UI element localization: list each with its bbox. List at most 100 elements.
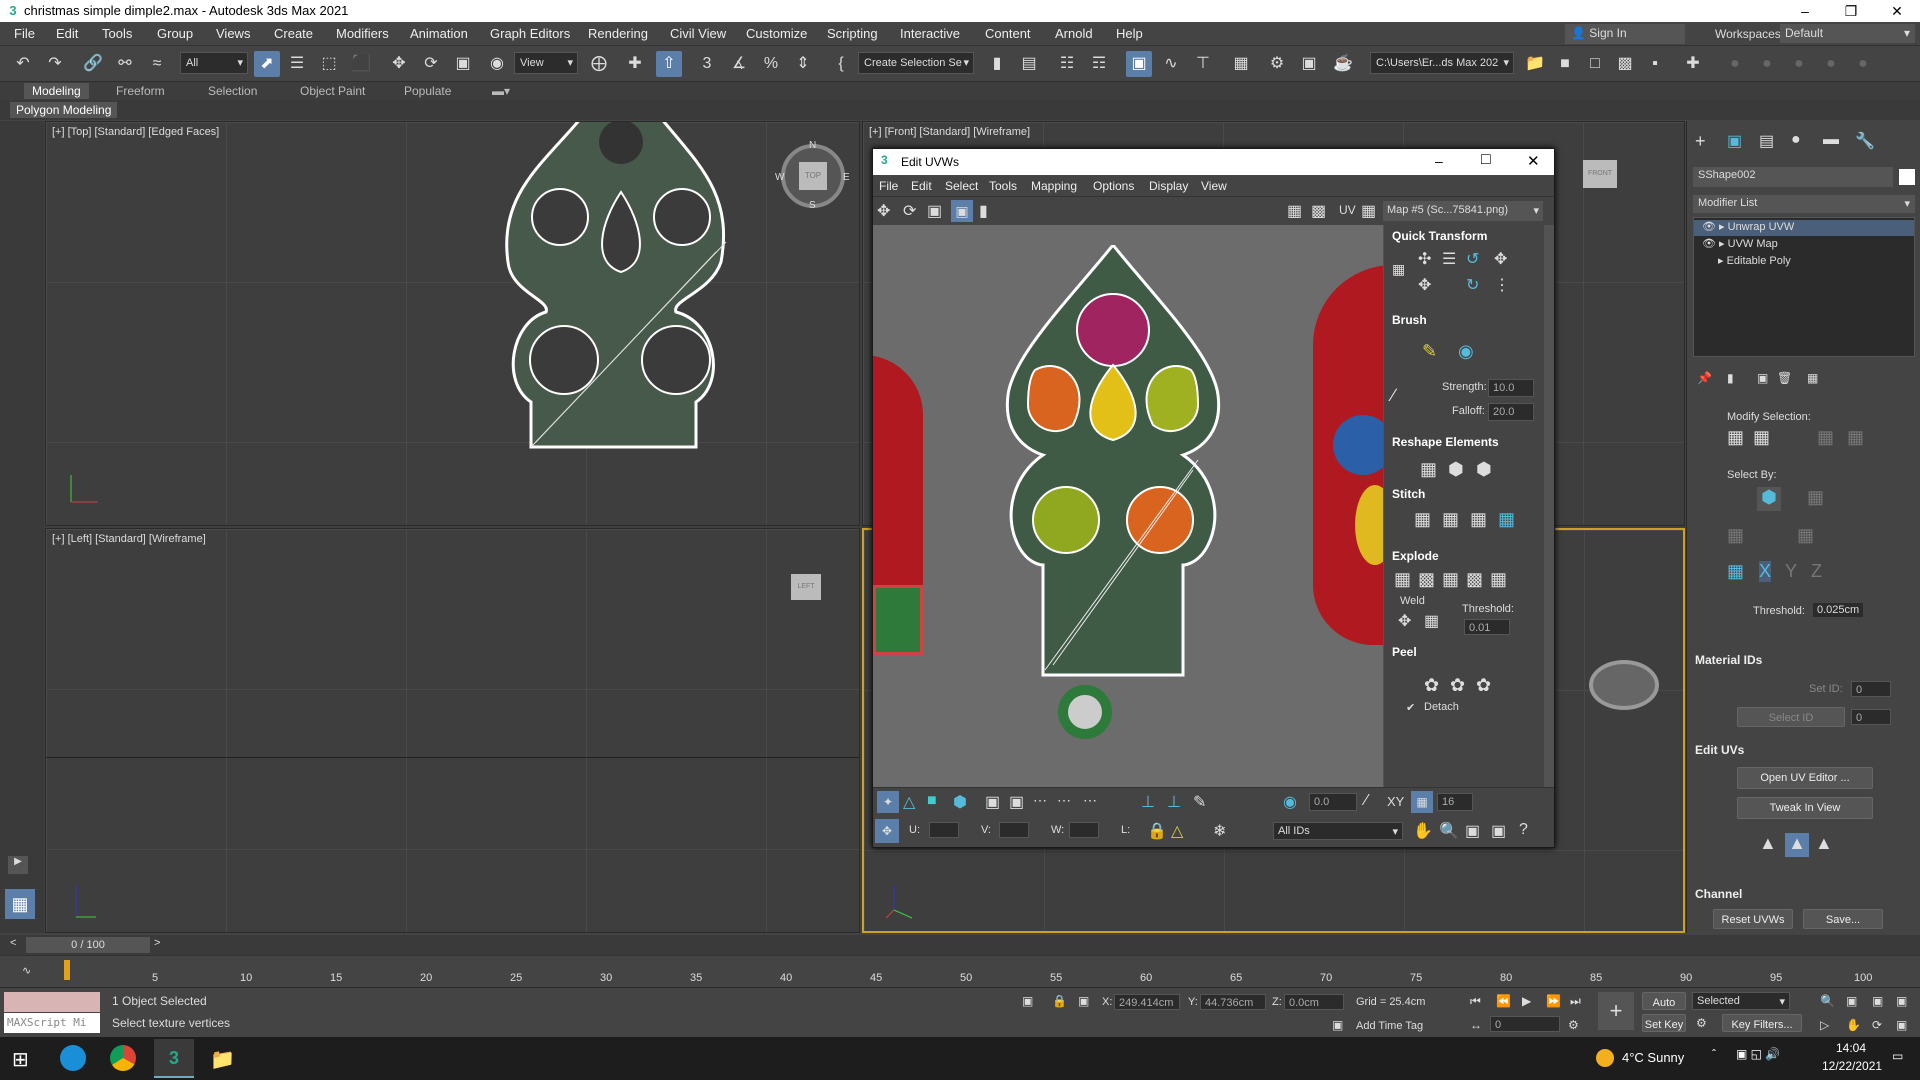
menu-file[interactable]: File <box>14 26 35 41</box>
relax-icon[interactable]: ⬢ <box>1448 459 1464 480</box>
previous-frame-icon[interactable]: ⏪ <box>1496 994 1511 1008</box>
select-id-spinner[interactable]: 0 <box>1851 709 1891 725</box>
uv-ornament-island[interactable] <box>983 245 1243 685</box>
windows-start-icon[interactable]: ⊞ <box>12 1047 29 1072</box>
grow-selection-icon[interactable]: ▦ <box>1727 427 1744 448</box>
orbit-icon[interactable]: ⟳ <box>1872 1018 1882 1032</box>
set-key-button[interactable]: Set Key <box>1642 1014 1686 1032</box>
ring-selection-icon[interactable]: ▦ <box>1817 427 1834 448</box>
vertex-mode-icon[interactable]: ✦ <box>877 791 899 813</box>
v-field[interactable] <box>999 822 1029 838</box>
paint-relax-icon[interactable]: ✎ <box>1422 341 1437 362</box>
zoom-extents-icon[interactable]: ▣ <box>1872 994 1883 1008</box>
project-folder-icon[interactable]: 📁 <box>1522 51 1548 77</box>
map-dropdown[interactable]: Map #5 (Sc...75841.png) ▾ <box>1383 201 1543 221</box>
render-production-icon[interactable]: ☕ <box>1330 51 1356 77</box>
viewport-label-top[interactable]: [+] [Top] [Standard] [Edged Faces] <box>52 126 219 138</box>
xy-label[interactable]: XY <box>1387 794 1404 809</box>
lock-icon[interactable]: 🔒 <box>1147 821 1167 841</box>
viewcube-left[interactable]: LEFT <box>791 574 821 600</box>
menu-group[interactable]: Group <box>157 26 193 41</box>
create-tab-icon[interactable]: + <box>1695 131 1706 152</box>
go-to-end-icon[interactable]: ⏭ <box>1570 994 1581 1009</box>
edit-named-selection-icon[interactable]: { <box>828 51 854 77</box>
transform-settings-icon[interactable]: ▦ <box>1392 261 1405 278</box>
menu-animation[interactable]: Animation <box>410 26 468 41</box>
mirror-x-icon[interactable]: X <box>1759 561 1772 582</box>
reset-uvws-button[interactable]: Reset UVWs <box>1713 909 1793 929</box>
viewcube-perspective[interactable] <box>1589 660 1659 710</box>
menu-edit[interactable]: Edit <box>56 26 78 41</box>
3dsmax-taskbar-icon[interactable]: 3 <box>154 1039 194 1078</box>
layer-explorer-icon[interactable]: ☶ <box>1086 51 1112 77</box>
set-id-spinner[interactable]: 0 <box>1851 681 1891 697</box>
angle-spinner[interactable]: 0.0 <box>1309 793 1357 811</box>
uvw-maximize-button[interactable]: □ <box>1481 151 1491 169</box>
falloff-spinner[interactable]: 20.0 <box>1488 403 1534 421</box>
clock-time[interactable]: 14:04 <box>1836 1041 1866 1055</box>
show-map-icon[interactable]: ▩ <box>1311 201 1326 221</box>
key-icon[interactable]: ⚙ <box>1696 1016 1707 1030</box>
grid-spinner[interactable]: 16 <box>1437 793 1473 811</box>
pin-stack-icon[interactable]: 📌 <box>1697 371 1712 385</box>
ornament-shape-top[interactable] <box>466 122 776 462</box>
distribute-icon[interactable]: ✥ <box>1418 275 1431 295</box>
show-all-seams-icon[interactable]: ▲ <box>1815 833 1833 854</box>
angle-snap-icon[interactable]: ∡ <box>726 51 752 77</box>
stitch-target-icon[interactable]: ▦ <box>1442 509 1459 530</box>
show-map-seams-icon[interactable]: ▲ <box>1759 833 1777 854</box>
menu-help[interactable]: Help <box>1116 26 1143 41</box>
menu-tools[interactable]: Tools <box>102 26 132 41</box>
auto-key-button[interactable]: Auto K... <box>1642 992 1686 1029</box>
uv-canvas[interactable] <box>873 225 1383 787</box>
material-ids-header[interactable]: Material IDs <box>1695 653 1762 667</box>
eye-icon[interactable]: 👁 <box>1702 221 1716 233</box>
edge-icon[interactable] <box>60 1045 86 1071</box>
strength-spinner[interactable]: 10.0 <box>1488 379 1534 397</box>
viewport-layout-tab-icon[interactable]: ▦ <box>5 889 35 919</box>
schematic-view-icon[interactable]: ⊤ <box>1190 51 1216 77</box>
tab-modeling[interactable]: Modeling <box>24 83 89 99</box>
play-icon[interactable]: ▶ <box>1522 994 1531 1008</box>
zoom-all-icon[interactable]: ▣ <box>1846 994 1857 1008</box>
tab-selection[interactable]: Selection <box>200 83 265 99</box>
detach-edge-icon[interactable]: ▩ <box>1418 569 1435 590</box>
select-scale-icon[interactable]: ▣ <box>450 51 476 77</box>
project-path-dropdown[interactable]: C:\Users\Er...ds Max 202 ▾ <box>1370 52 1514 74</box>
polygon-modeling-label[interactable]: Polygon Modeling <box>10 102 118 118</box>
pan-icon[interactable]: ✋ <box>1846 1018 1861 1032</box>
viewport-left[interactable]: [+] [Left] [Standard] [Wireframe] LEFT <box>45 528 860 933</box>
grow-icon[interactable]: ▣ <box>1009 792 1024 812</box>
select-overlapping-icon[interactable]: ▦ <box>1797 525 1814 546</box>
freeze-icon[interactable]: ❄ <box>1213 821 1226 841</box>
set-key-big-icon[interactable]: + <box>1598 992 1634 1030</box>
channel-header[interactable]: Channel <box>1695 887 1742 901</box>
ring-icon[interactable]: ⋯ <box>1033 792 1047 809</box>
tweak-in-view-button[interactable]: Tweak In View <box>1737 797 1873 819</box>
layer-add-icon[interactable]: ■ <box>1552 51 1578 77</box>
undo-icon[interactable]: ↶ <box>10 51 36 77</box>
soft-selection-icon[interactable]: ◉ <box>1283 792 1297 812</box>
menu-create[interactable]: Create <box>274 26 313 41</box>
viewport-layout-icon[interactable]: ✚ <box>1680 51 1706 77</box>
reference-coordinate-dropdown[interactable]: View ▾ <box>514 52 578 74</box>
menu-content[interactable]: Content <box>985 26 1031 41</box>
relax-settings-icon[interactable]: ⬢ <box>1476 459 1492 480</box>
bind-space-warp-icon[interactable]: ≈ <box>144 51 170 77</box>
material-editor-icon[interactable]: ▦ <box>1228 51 1254 77</box>
open-uv-editor-button[interactable]: Open UV Editor ... <box>1737 767 1873 789</box>
add-time-tag-label[interactable]: Add Time Tag <box>1356 1020 1423 1032</box>
threshold-value[interactable]: 0.025cm <box>1813 603 1864 617</box>
z-field[interactable]: 0.0cm <box>1284 994 1344 1010</box>
mirror-icon[interactable]: ▮ <box>979 201 988 221</box>
w-field[interactable] <box>1069 822 1099 838</box>
brush-header[interactable]: Brush <box>1392 313 1427 327</box>
menu-customize[interactable]: Customize <box>746 26 807 41</box>
scene-explorer-icon[interactable]: ☷ <box>1054 51 1080 77</box>
mirror-icon[interactable]: ▮ <box>984 51 1010 77</box>
stitch-average-icon[interactable]: ▦ <box>1470 509 1487 530</box>
time-slider-thumb[interactable]: 0 / 100 <box>26 937 150 953</box>
time-config-icon[interactable]: ⚙ <box>1568 1018 1579 1032</box>
stack-item-editable-poly[interactable]: ▸ Editable Poly <box>1694 254 1914 270</box>
redo-icon[interactable]: ↷ <box>42 51 68 77</box>
